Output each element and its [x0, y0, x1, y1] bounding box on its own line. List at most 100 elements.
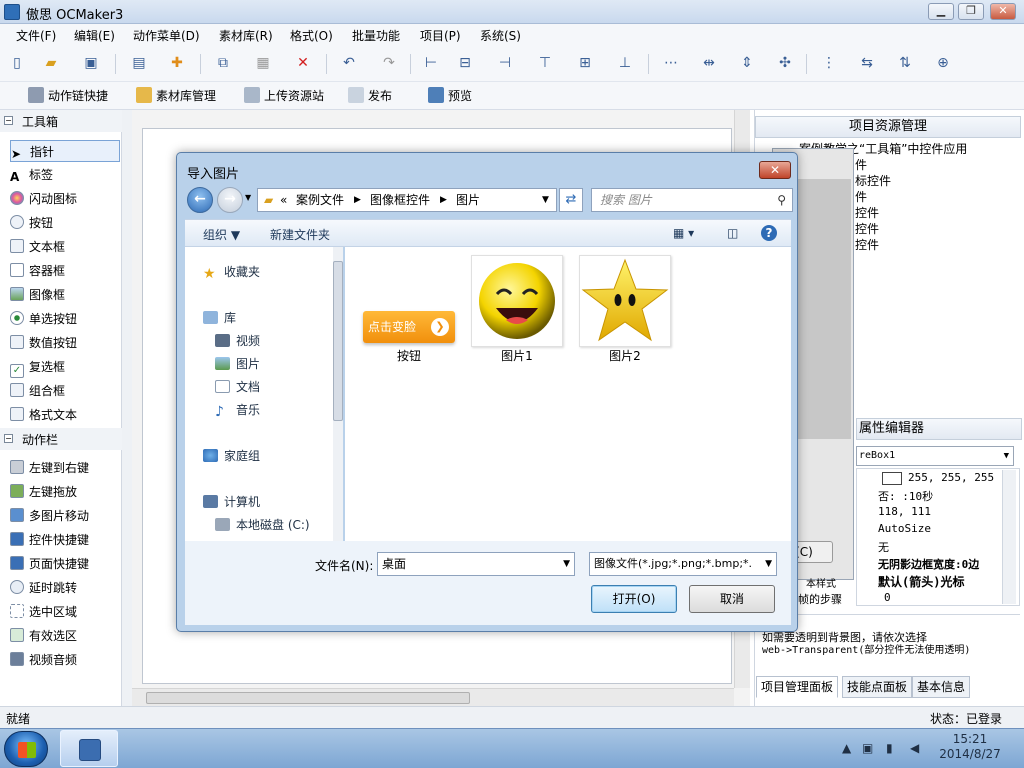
new-folder-button[interactable]: 新建文件夹	[270, 226, 330, 243]
nav-library[interactable]: 库	[203, 309, 236, 326]
property-value[interactable]: 0	[884, 591, 891, 604]
start-button[interactable]	[4, 731, 48, 767]
action-control-shortcut[interactable]: 控件快捷键	[10, 529, 120, 551]
property-value[interactable]: 无	[878, 539, 889, 555]
tray-expand-icon[interactable]: ▲	[842, 741, 851, 755]
toolbox-scrollbar[interactable]	[122, 110, 132, 706]
property-value[interactable]: 无阴影边框宽度:0边	[878, 556, 979, 572]
tool-label[interactable]: A 标签	[10, 164, 120, 186]
history-dropdown-icon[interactable]: ▼	[245, 193, 251, 202]
property-value[interactable]: 默认(箭头)光标	[878, 573, 964, 590]
path-overflow[interactable]: «	[280, 189, 287, 211]
nav-homegroup[interactable]: 家庭组	[203, 447, 260, 464]
align-center-icon[interactable]: ⊟	[456, 54, 474, 72]
property-value[interactable]: 255, 255, 255	[908, 471, 994, 484]
tab-basic-info[interactable]: 基本信息	[912, 676, 971, 698]
tree-item[interactable]: 件	[855, 188, 867, 205]
chevron-down-icon[interactable]: ▼	[563, 553, 570, 575]
align-middle-icon[interactable]: ⊞	[576, 54, 594, 72]
property-value[interactable]: AutoSize	[878, 522, 931, 535]
align-left-icon[interactable]: ⊢	[422, 54, 440, 72]
publish-button[interactable]: 发布	[348, 87, 392, 104]
property-value[interactable]: 否: :10秒	[878, 488, 933, 504]
view-options-icon[interactable]: ▦ ▾	[673, 226, 694, 240]
copy-icon[interactable]: ⧉	[214, 54, 232, 72]
nav-favorites[interactable]: ★ 收藏夹	[203, 263, 260, 281]
chevron-right-icon[interactable]: ▶	[354, 189, 361, 211]
tool-imagebox[interactable]: 图像框	[10, 284, 120, 306]
chevron-down-icon[interactable]: ▼	[542, 189, 549, 211]
new-file-icon[interactable]: ▯	[8, 54, 26, 72]
property-scrollbar[interactable]	[1002, 470, 1016, 604]
cancel-button[interactable]: 取消	[689, 585, 775, 613]
nav-local-disk[interactable]: 本地磁盘 (C:)	[215, 516, 310, 533]
same-width-icon[interactable]: ⇹	[700, 54, 718, 72]
tool-richtext[interactable]: 格式文本	[10, 404, 120, 426]
chevron-right-icon[interactable]: ▶	[440, 189, 447, 211]
preview-button[interactable]: 预览	[428, 87, 472, 104]
tool-radio[interactable]: 单选按钮	[10, 308, 120, 330]
space-v-icon[interactable]: ⇅	[896, 54, 914, 72]
file-item-image1[interactable]: 图片1	[469, 255, 565, 364]
center-icon[interactable]: ⊕	[934, 54, 952, 72]
nav-video[interactable]: 视频	[215, 332, 260, 349]
actionbar-section-header[interactable]: − 动作栏	[0, 428, 122, 450]
upload-button[interactable]: 上传资源站	[244, 87, 324, 104]
menu-batch[interactable]: 批量功能	[352, 27, 400, 44]
tool-pointer[interactable]: ➤ 指针	[10, 140, 120, 162]
tab-skill-point[interactable]: 技能点面板	[842, 676, 913, 698]
minimize-button[interactable]: ▁	[928, 3, 954, 20]
back-button[interactable]: ←	[187, 187, 213, 213]
search-input[interactable]: 搜索 图片 ⚲	[591, 188, 793, 212]
network-icon[interactable]: ▮	[886, 741, 893, 755]
tool-button[interactable]: 按钮	[10, 212, 120, 234]
action-multi-image-move[interactable]: 多图片移动	[10, 505, 120, 527]
menu-file[interactable]: 文件(F)	[16, 27, 56, 44]
organize-button[interactable]: 组织 ▼	[203, 226, 240, 243]
tray-device-icon[interactable]: ▣	[862, 741, 873, 755]
property-value[interactable]: 118, 111	[878, 505, 931, 518]
paste-icon[interactable]: ▦	[254, 54, 272, 72]
distribute-h-icon[interactable]: ⋯	[662, 54, 680, 72]
tool-flash-icon[interactable]: 闪动图标	[10, 188, 120, 210]
properties-icon[interactable]: ▤	[130, 54, 148, 72]
open-folder-icon[interactable]: ▰	[42, 54, 60, 72]
color-swatch[interactable]	[882, 472, 902, 485]
path-segment[interactable]: 案例文件	[296, 189, 344, 211]
tool-textbox[interactable]: 文本框	[10, 236, 120, 258]
path-segment[interactable]: 图片	[456, 189, 480, 211]
action-left-to-right[interactable]: 左键到右键	[10, 457, 120, 479]
help-icon[interactable]: ?	[761, 225, 777, 241]
asset-manage-button[interactable]: 素材库管理	[136, 87, 216, 104]
file-item-button[interactable]: 点击变脸 ❯ 按钮	[361, 255, 457, 364]
toolbox-section-header[interactable]: − 工具箱	[0, 110, 122, 132]
close-button[interactable]: ✕	[990, 3, 1016, 20]
space-h-icon[interactable]: ⇆	[858, 54, 876, 72]
tab-project-manage[interactable]: 项目管理面板	[756, 676, 839, 698]
tool-combobox[interactable]: 组合框	[10, 380, 120, 402]
taskbar-app-ocmaker[interactable]	[60, 730, 118, 767]
delete-icon[interactable]: ✕	[294, 54, 312, 72]
nav-pictures[interactable]: 图片	[215, 355, 260, 372]
tree-item[interactable]: 件	[855, 156, 867, 173]
filename-input[interactable]: 桌面 ▼	[377, 552, 575, 576]
redo-icon[interactable]: ↷	[380, 54, 398, 72]
taskbar-clock[interactable]: 15:21 2014/8/27	[930, 732, 1010, 762]
menu-format[interactable]: 格式(O)	[290, 27, 333, 44]
action-drag-drop[interactable]: 左键拖放	[10, 481, 120, 503]
menu-project[interactable]: 项目(P)	[420, 27, 461, 44]
save-icon[interactable]: ▣	[82, 54, 100, 72]
plugin-icon[interactable]: ✚	[168, 54, 186, 72]
file-type-select[interactable]: 图像文件(*.jpg;*.png;*.bmp;*. ▼	[589, 552, 777, 576]
refresh-button[interactable]: ⇄	[559, 188, 583, 212]
canvas-horizontal-scrollbar[interactable]	[132, 688, 734, 706]
volume-icon[interactable]: ◀	[910, 741, 919, 755]
forward-button[interactable]: →	[217, 187, 243, 213]
distribute-v-icon[interactable]: ⋮	[820, 54, 838, 72]
preview-pane-icon[interactable]: ◫	[727, 226, 738, 240]
action-video-audio[interactable]: 视频音频	[10, 649, 120, 671]
nav-scrollbar[interactable]	[333, 247, 343, 541]
open-button[interactable]: 打开(O)	[591, 585, 677, 613]
tree-item[interactable]: 控件	[855, 236, 879, 253]
menu-actions[interactable]: 动作菜单(D)	[133, 27, 200, 44]
